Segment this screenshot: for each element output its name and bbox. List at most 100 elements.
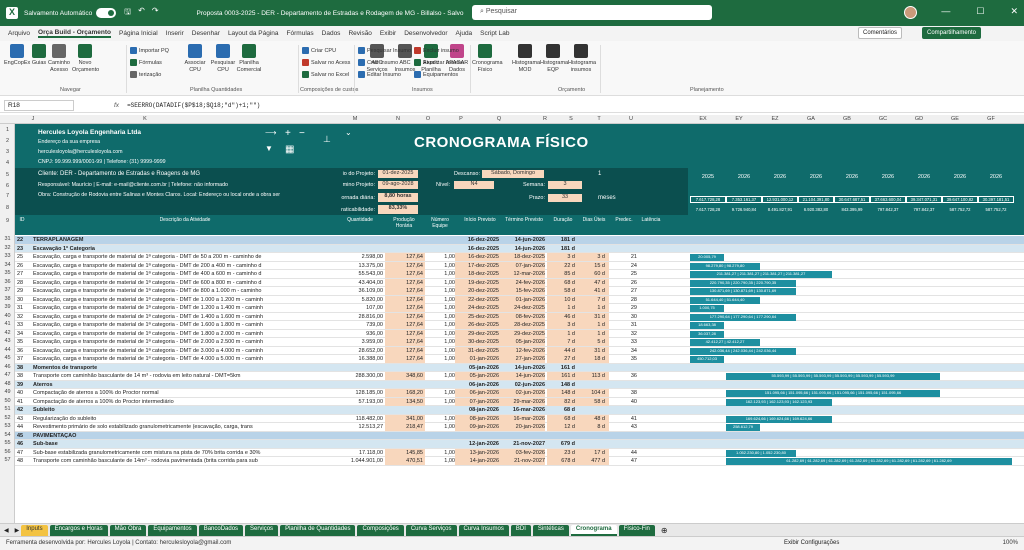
table-header-desc[interactable]: Descrição da Atividade: [35, 217, 335, 224]
cell-dias[interactable]: 7 d: [577, 297, 605, 303]
cell-dur[interactable]: 181 d: [549, 246, 575, 252]
cell-dur[interactable]: 1 d: [549, 331, 575, 337]
row-header[interactable]: 48: [0, 381, 15, 387]
cell-prod[interactable]: 470,51: [387, 458, 423, 464]
plus-icon[interactable]: +: [285, 128, 291, 139]
sheet-tab[interactable]: Planilha de Quantidades: [280, 524, 356, 536]
daily-hours[interactable]: 8,80 horas: [378, 193, 418, 202]
cell-dur[interactable]: 3 d: [549, 254, 575, 260]
cell-id[interactable]: 37: [17, 356, 27, 362]
row-header[interactable]: 34: [0, 262, 15, 268]
cell-prod[interactable]: 127,64: [387, 288, 423, 294]
cell-pred[interactable]: 24: [609, 263, 637, 269]
cell-pred[interactable]: 25: [609, 271, 637, 277]
sheet-tab[interactable]: Curva Serviços: [405, 524, 457, 536]
cell-pred[interactable]: 36: [609, 373, 637, 379]
productivity[interactable]: 83,33%: [378, 205, 418, 214]
gantt-bar[interactable]: 130.871,69 | 130.871,69 | 130.871,69: [690, 288, 796, 295]
table-row[interactable]: 35 Escavação, carga e transporte de mater…: [15, 338, 1024, 347]
cell-num[interactable]: 1,00: [425, 263, 455, 269]
row-header[interactable]: 46: [0, 364, 15, 370]
cell-num[interactable]: 1,00: [425, 322, 455, 328]
menu-tab[interactable]: Orça Build - Orçamento: [38, 29, 112, 38]
cell-ini[interactable]: 06-jan-2026: [455, 390, 499, 396]
gantt-bar[interactable]: 162.123,93 | 162.123,93 | 162.123,93: [726, 398, 832, 406]
cell-dur[interactable]: 10 d: [549, 297, 575, 303]
table-header-qtd[interactable]: Quantidade: [335, 217, 385, 224]
cell-ini[interactable]: 05-jan-2026: [455, 365, 499, 371]
cell-dur[interactable]: 7 d: [549, 339, 575, 345]
cell-id[interactable]: 44: [17, 424, 27, 430]
add-sheet-icon[interactable]: ⊕: [661, 526, 668, 535]
table-row[interactable]: 34 Escavação, carga e transporte de mater…: [15, 329, 1024, 338]
cell-qtd[interactable]: 13.375,00: [335, 263, 383, 269]
cell-prod[interactable]: 127,64: [387, 339, 423, 345]
column-header[interactable]: EZ: [760, 116, 790, 122]
cell-ini[interactable]: 25-dez-2025: [455, 314, 499, 320]
gantt-bar[interactable]: 242.036,44 | 242.036,44 | 242.036,44: [690, 347, 796, 355]
sheet-tab[interactable]: Composições: [357, 524, 404, 536]
maximize-icon[interactable]: ☐: [976, 6, 984, 17]
ribbon-small-button[interactable]: Equipamentos: [414, 71, 458, 78]
cell-desc[interactable]: Sub-base estabilizada granulometricament…: [33, 450, 333, 456]
rest-days[interactable]: Sábado, Domingo: [482, 170, 544, 178]
cell-num[interactable]: 1,00: [425, 305, 455, 311]
fx-icon[interactable]: fx: [114, 102, 119, 109]
save-icon[interactable]: 🖫: [124, 6, 131, 20]
cell-pred[interactable]: 33: [609, 339, 637, 345]
column-header[interactable]: S: [556, 116, 586, 122]
row-header[interactable]: 43: [0, 338, 15, 344]
cell-num[interactable]: 1,00: [425, 339, 455, 345]
column-header[interactable]: GD: [904, 116, 934, 122]
column-header[interactable]: GA: [796, 116, 826, 122]
minus-icon[interactable]: −: [299, 128, 305, 139]
menu-tab[interactable]: Desenvolvedor: [404, 30, 447, 37]
cell-prod[interactable]: 127,64: [387, 314, 423, 320]
deadline-value[interactable]: 33: [548, 194, 582, 202]
ribbon-small-button[interactable]: Pesquisar Insumo: [358, 47, 411, 54]
minimize-icon[interactable]: —: [941, 6, 950, 17]
cell-fim[interactable]: 14-jun-2026: [501, 373, 545, 379]
table-row[interactable]: 45 PAVIMENTAÇÃO: [15, 431, 1024, 440]
ribbon-button[interactable]: Caminho Acesso: [46, 44, 72, 73]
cell-ini[interactable]: 17-dez-2025: [455, 263, 499, 269]
cell-num[interactable]: 1,00: [425, 356, 455, 362]
cell-id[interactable]: 45: [17, 433, 27, 439]
table-header-pred[interactable]: Predec.: [611, 217, 637, 224]
menu-tab[interactable]: Página Inicial: [119, 30, 158, 37]
sheet-tab[interactable]: BancoDados: [198, 524, 244, 536]
hierarchy-icon[interactable]: ⊥: [323, 134, 331, 145]
cell-fim[interactable]: 15-fev-2026: [501, 288, 545, 294]
table-row[interactable]: 42 Subleito 08-jan-2026 16-mar-2026 68 d: [15, 406, 1024, 415]
cell-dias[interactable]: 48 d: [577, 416, 605, 422]
cell-desc[interactable]: Escavação, carga e transporte de materia…: [33, 356, 333, 362]
table-row[interactable]: 26 Escavação, carga e transporte de mater…: [15, 261, 1024, 270]
cell-prod[interactable]: 127,64: [387, 280, 423, 286]
cell-id[interactable]: 47: [17, 450, 27, 456]
column-header[interactable]: Q: [484, 116, 514, 122]
cell-num[interactable]: 1,00: [425, 280, 455, 286]
cell-num[interactable]: 1,00: [425, 331, 455, 337]
table-row[interactable]: 43 Regularização do subleito 118.482,00 341…: [15, 414, 1024, 423]
table-row[interactable]: 46 Sub-base 12-jan-2026 21-nov-2027 679 d: [15, 440, 1024, 449]
row-header[interactable]: 35: [0, 270, 15, 276]
cell-ini[interactable]: 24-dez-2025: [455, 305, 499, 311]
column-header[interactable]: K: [130, 116, 160, 122]
row-header[interactable]: 44: [0, 347, 15, 353]
table-row[interactable]: 41 Compactação de aterros a 100% do Proct…: [15, 397, 1024, 406]
cell-prod[interactable]: 127,64: [387, 271, 423, 277]
row-header[interactable]: 3: [0, 149, 15, 155]
row-header[interactable]: 6: [0, 183, 15, 189]
column-header[interactable]: GE: [940, 116, 970, 122]
cell-pred[interactable]: 35: [609, 356, 637, 362]
column-header[interactable]: M: [340, 116, 370, 122]
cell-ini[interactable]: 31-dez-2025: [455, 348, 499, 354]
share-button[interactable]: Compartilhamento: [922, 27, 982, 39]
cell-num[interactable]: 1,00: [425, 314, 455, 320]
cell-prod[interactable]: 145,85: [387, 450, 423, 456]
row-header[interactable]: 42: [0, 330, 15, 336]
column-header[interactable]: J: [18, 116, 48, 122]
cell-ini[interactable]: 05-jan-2026: [455, 373, 499, 379]
cell-ini[interactable]: 26-dez-2025: [455, 322, 499, 328]
column-header[interactable]: GB: [832, 116, 862, 122]
